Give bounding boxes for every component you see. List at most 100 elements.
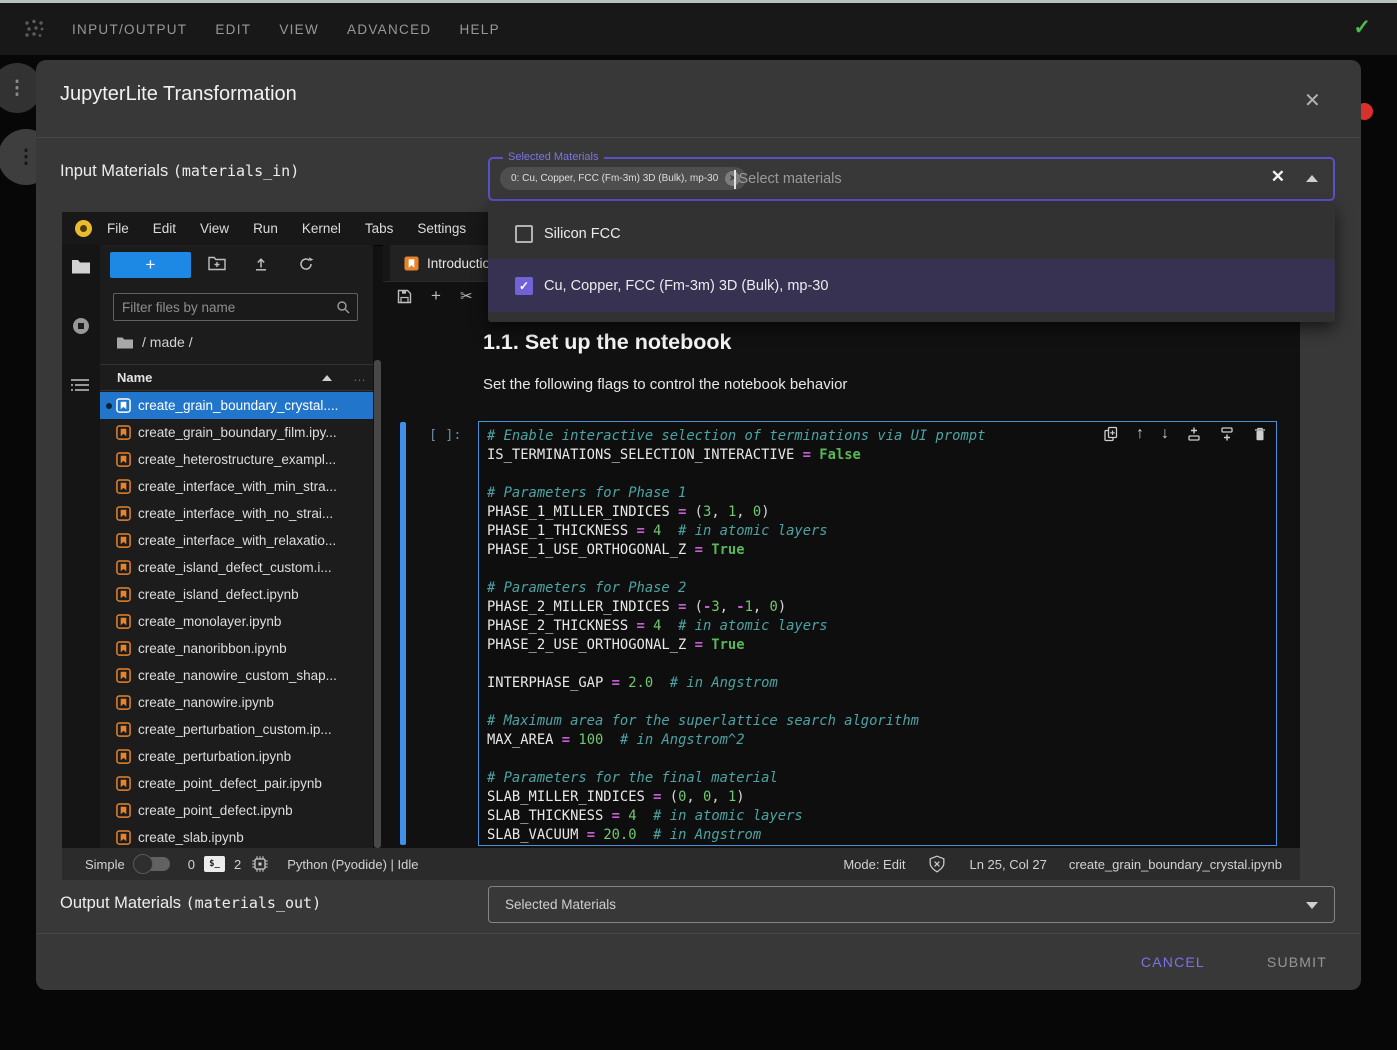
app-logo-icon <box>22 17 46 41</box>
open-file-dot <box>106 457 112 463</box>
materials-multiselect[interactable]: Selected Materials 0: Cu, Copper, FCC (F… <box>488 157 1335 201</box>
file-browser-scrollbar[interactable] <box>374 360 381 848</box>
filter-files-input[interactable]: Filter files by name <box>113 293 358 321</box>
file-row[interactable]: create_grain_boundary_crystal.... <box>100 392 373 419</box>
cut-cell-icon[interactable]: ✂ <box>460 287 473 305</box>
code-line: PHASE_1_MILLER_INDICES = (3, 1, 0) <box>487 503 1276 522</box>
material-option[interactable]: ✓ Silicon FCC <box>488 209 1335 259</box>
insert-cell-icon[interactable]: + <box>431 286 441 306</box>
file-list-header[interactable]: Name … <box>100 364 373 391</box>
file-row[interactable]: create_grain_boundary_film.ipy... <box>100 419 373 446</box>
jupyter-menu-run[interactable]: Run <box>253 221 278 236</box>
submit-button[interactable]: SUBMIT <box>1261 953 1333 971</box>
table-of-contents-icon[interactable] <box>71 378 89 397</box>
refresh-icon[interactable] <box>298 256 314 277</box>
cancel-button[interactable]: CANCEL <box>1135 953 1211 971</box>
menu-help[interactable]: HELP <box>459 22 499 37</box>
upload-icon[interactable] <box>253 256 269 277</box>
file-row[interactable]: create_nanowire_custom_shap... <box>100 662 373 689</box>
material-chip-label: 0: Cu, Copper, FCC (Fm-3m) 3D (Bulk), mp… <box>511 173 718 184</box>
file-browser-icon[interactable] <box>71 258 91 280</box>
filter-placeholder: Filter files by name <box>122 300 336 315</box>
checkbox-icon[interactable]: ✓ <box>515 277 533 295</box>
new-launcher-button[interactable]: + <box>110 252 191 278</box>
checkbox-icon[interactable]: ✓ <box>515 225 533 243</box>
simple-mode-toggle[interactable] <box>135 857 170 871</box>
material-chip[interactable]: 0: Cu, Copper, FCC (Fm-3m) 3D (Bulk), mp… <box>500 167 746 190</box>
running-kernels-icon[interactable] <box>71 316 91 341</box>
menu-input-output[interactable]: INPUT/OUTPUT <box>72 22 187 37</box>
file-row[interactable]: create_perturbation.ipynb <box>100 743 373 770</box>
cell-prompt: [ ]: <box>429 427 462 443</box>
file-row[interactable]: create_perturbation_custom.ip... <box>100 716 373 743</box>
file-name: create_perturbation.ipynb <box>138 749 291 764</box>
trust-shield-icon <box>927 854 947 874</box>
file-name: create_nanoribbon.ipynb <box>138 641 287 656</box>
notebook-file-icon <box>116 587 131 602</box>
file-row[interactable]: create_heterostructure_exampl... <box>100 446 373 473</box>
file-row[interactable]: create_island_defect.ipynb <box>100 581 373 608</box>
confirm-check-icon[interactable]: ✓ <box>1353 15 1371 40</box>
name-column-header[interactable]: Name <box>117 370 152 385</box>
materials-search-input[interactable]: Select materials <box>734 159 842 199</box>
file-row[interactable]: create_interface_with_min_stra... <box>100 473 373 500</box>
notebook-file-icon <box>116 722 131 737</box>
jupyter-menu-view[interactable]: View <box>200 221 229 236</box>
move-cell-up-icon[interactable]: ↑ <box>1136 425 1144 443</box>
notebook-file-icon <box>116 803 131 818</box>
cell-collapser[interactable] <box>400 422 406 845</box>
file-row[interactable]: create_interface_with_relaxatio... <box>100 527 373 554</box>
jupyter-menu-edit[interactable]: Edit <box>153 221 176 236</box>
file-name: create_island_defect_custom.i... <box>138 560 332 575</box>
move-cell-down-icon[interactable]: ↓ <box>1161 425 1169 443</box>
notebook-panel: Introduction + ✂ 1.1. Set up the noteboo… <box>383 245 1300 848</box>
file-row[interactable]: create_point_defect_pair.ipynb <box>100 770 373 797</box>
open-file-dot <box>106 430 112 436</box>
checkmark-icon: ✓ <box>519 279 529 293</box>
kernel-status[interactable]: Python (Pyodide) | Idle <box>287 857 418 872</box>
materials-dropdown: ✓ Silicon FCC ✓ Cu, Copper, FCC (Fm-3m) … <box>488 203 1335 322</box>
duplicate-cell-icon[interactable] <box>1103 426 1119 442</box>
breadcrumb[interactable]: / made / <box>117 334 193 350</box>
open-file-dot <box>106 592 112 598</box>
jupyter-menu-tabs[interactable]: Tabs <box>365 221 394 236</box>
open-file-dot <box>106 646 112 652</box>
page: INPUT/OUTPUT EDIT VIEW ADVANCED HELP ✓ ⋮… <box>0 0 1397 1050</box>
terminal-icon[interactable]: $_ <box>204 856 225 872</box>
new-folder-icon[interactable] <box>208 256 226 276</box>
text-caret <box>734 170 736 189</box>
folder-icon <box>117 336 133 349</box>
file-row[interactable]: create_slab.ipynb <box>100 824 373 848</box>
file-row[interactable]: create_interface_with_no_strai... <box>100 500 373 527</box>
material-option-label: Silicon FCC <box>544 226 621 242</box>
material-option[interactable]: ✓ Cu, Copper, FCC (Fm-3m) 3D (Bulk), mp-… <box>488 259 1335 312</box>
collapse-dropdown-icon[interactable] <box>1306 175 1318 182</box>
menu-view[interactable]: VIEW <box>279 22 319 37</box>
open-file-dot <box>106 538 112 544</box>
cursor-position[interactable]: Ln 25, Col 27 <box>969 857 1046 872</box>
jupyter-menu-settings[interactable]: Settings <box>417 221 466 236</box>
jupyter-menu-kernel[interactable]: Kernel <box>302 221 341 236</box>
insert-cell-above-icon[interactable] <box>1186 426 1202 442</box>
clear-selection-icon[interactable]: ✕ <box>1271 167 1285 187</box>
file-name: create_slab.ipynb <box>138 830 244 845</box>
kernel-chip-icon[interactable] <box>251 855 269 873</box>
kernel-count: 2 <box>234 857 241 872</box>
close-icon[interactable]: ✕ <box>1304 88 1321 113</box>
jupyter-menu-file[interactable]: File <box>107 221 129 236</box>
save-icon[interactable] <box>397 289 412 304</box>
file-row[interactable]: create_nanowire.ipynb <box>100 689 373 716</box>
output-materials-select[interactable]: Selected Materials <box>488 886 1335 923</box>
code-editor[interactable]: # Enable interactive selection of termin… <box>478 421 1277 846</box>
file-row[interactable]: create_nanoribbon.ipynb <box>100 635 373 662</box>
menu-advanced[interactable]: ADVANCED <box>347 22 431 37</box>
file-row[interactable]: create_island_defect_custom.i... <box>100 554 373 581</box>
dialog-title: JupyterLite Transformation <box>60 83 297 106</box>
file-row[interactable]: create_point_defect.ipynb <box>100 797 373 824</box>
insert-cell-below-icon[interactable] <box>1219 426 1235 442</box>
menu-edit[interactable]: EDIT <box>215 22 251 37</box>
jupyter-menus: File Edit View Run Kernel Tabs Settings … <box>107 221 518 236</box>
delete-cell-icon[interactable] <box>1252 426 1268 442</box>
column-options-icon[interactable]: … <box>353 369 367 384</box>
file-row[interactable]: create_monolayer.ipynb <box>100 608 373 635</box>
